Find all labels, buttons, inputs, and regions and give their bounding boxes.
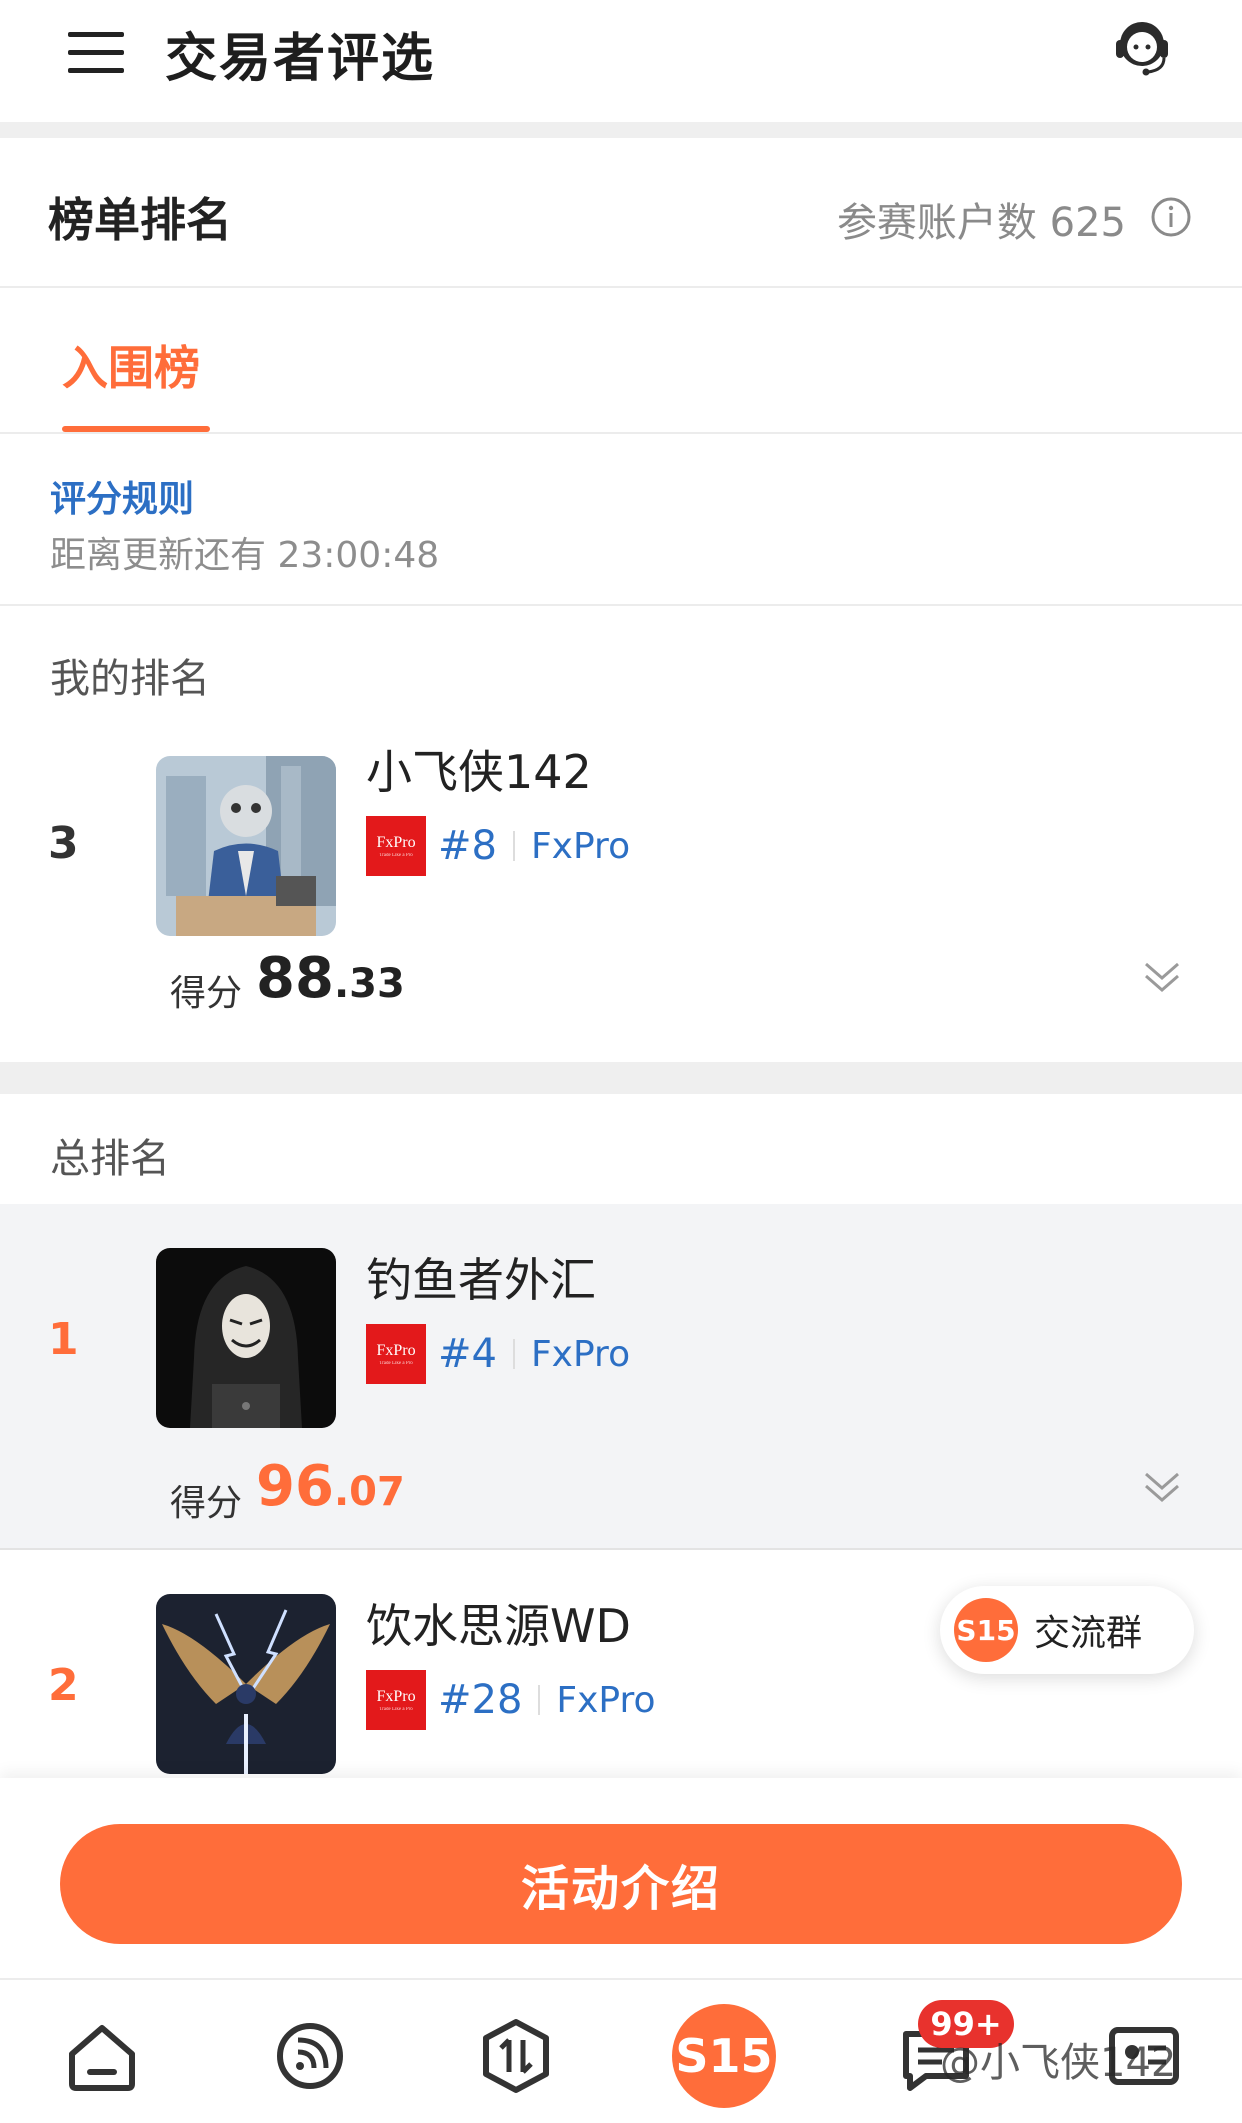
broker-name: FxPro (556, 1679, 656, 1721)
trader-name: 小飞侠142 (366, 745, 592, 799)
scoring-rules-link[interactable]: 评分规则 (50, 470, 194, 522)
page-title: 交易者评选 (165, 29, 436, 89)
tab-bar: 入围榜 (0, 288, 1242, 434)
chevron-down-icon[interactable] (1142, 1466, 1182, 1506)
info-circle-icon[interactable] (1150, 196, 1192, 238)
badge-divider (512, 831, 515, 861)
s15-logo-icon: S15 (954, 1598, 1018, 1662)
cta-area: 活动介绍 (0, 1778, 1242, 1978)
broker-logo: FxPro Trade Like a Pro (366, 1670, 426, 1730)
my-rank-section: 我的排名 3 小飞侠142 FxProTrade Like a Pro #8 (0, 606, 1242, 1062)
ranking-title: 榜单排名 (48, 193, 232, 247)
my-rank-label: 我的排名 (50, 656, 210, 702)
chevron-down-icon[interactable] (1142, 956, 1182, 996)
broker-name: FxPro (530, 825, 631, 867)
chat-group-button[interactable]: S15 交流群 (940, 1586, 1194, 1674)
my-rank-entry[interactable]: 3 小飞侠142 FxProTrade Like a Pro #8 FxPro (0, 736, 1242, 1056)
participant-count: 参赛账户数 625 (836, 200, 1126, 246)
s15-home-button[interactable]: S15 (672, 2004, 776, 2108)
account-number: #8 (438, 823, 497, 869)
account-badge: FxPro Trade Like a Pro #28 FxPro (366, 1670, 656, 1730)
rank-number: 1 (48, 1314, 79, 1365)
headset-support-icon[interactable] (1108, 14, 1176, 82)
section-gap (0, 122, 1242, 138)
app-screen: 交易者评选 榜单排名 参赛账户数 625 入围榜 评分规则 距离更新还有 23:… (0, 0, 1242, 2123)
avatar[interactable] (156, 1594, 336, 1774)
active-tab-indicator (62, 426, 210, 432)
feed-icon[interactable] (270, 2016, 350, 2096)
account-badge: FxPro Trade Like a Pro #8 FxPro (366, 816, 630, 876)
section-gap (0, 1062, 1242, 1094)
overall-rank-label: 总排名 (50, 1136, 170, 1182)
trader-name: 钓鱼者外汇 (366, 1253, 596, 1307)
hamburger-menu-icon[interactable] (68, 28, 128, 78)
trader-name: 饮水思源WD (366, 1599, 631, 1653)
rank-number: 3 (48, 818, 79, 869)
trade-icon[interactable] (476, 2016, 556, 2096)
broker-logo: FxPro Trade Like a Pro (366, 1324, 426, 1384)
account-badge: FxPro Trade Like a Pro #4 FxPro (366, 1324, 630, 1384)
account-number: #4 (438, 1331, 497, 1377)
rules-panel: 评分规则 距离更新还有 23:00:48 (0, 434, 1242, 606)
broker-name: FxPro (530, 1333, 631, 1375)
score-label: 得分 (170, 1483, 243, 1524)
rank-number: 2 (48, 1660, 79, 1711)
rank-entry-1[interactable]: 1 钓鱼者外汇 FxPro Trade Like a Pro #4 FxPro 得… (0, 1204, 1242, 1550)
top-bar: 交易者评选 (0, 0, 1242, 122)
home-icon[interactable] (62, 2016, 142, 2096)
chat-group-label: 交流群 (1034, 1613, 1143, 1654)
account-number: #28 (438, 1677, 523, 1723)
event-intro-button[interactable]: 活动介绍 (60, 1824, 1182, 1944)
watermark: @小飞侠142 (940, 2040, 1177, 2086)
update-countdown: 距离更新还有 23:00:48 (50, 535, 440, 576)
ranking-header: 榜单排名 参赛账户数 625 (0, 138, 1242, 288)
avatar[interactable] (156, 1248, 336, 1428)
score-value: 96.07 (256, 1454, 405, 1519)
badge-divider (538, 1685, 541, 1715)
tab-finalists[interactable]: 入围榜 (62, 332, 200, 398)
broker-logo: FxPro Trade Like a Pro (366, 816, 426, 876)
avatar[interactable] (156, 756, 336, 936)
score-label: 得分 (170, 973, 243, 1014)
score-value: 88.33 (256, 946, 405, 1011)
badge-divider (512, 1339, 515, 1369)
